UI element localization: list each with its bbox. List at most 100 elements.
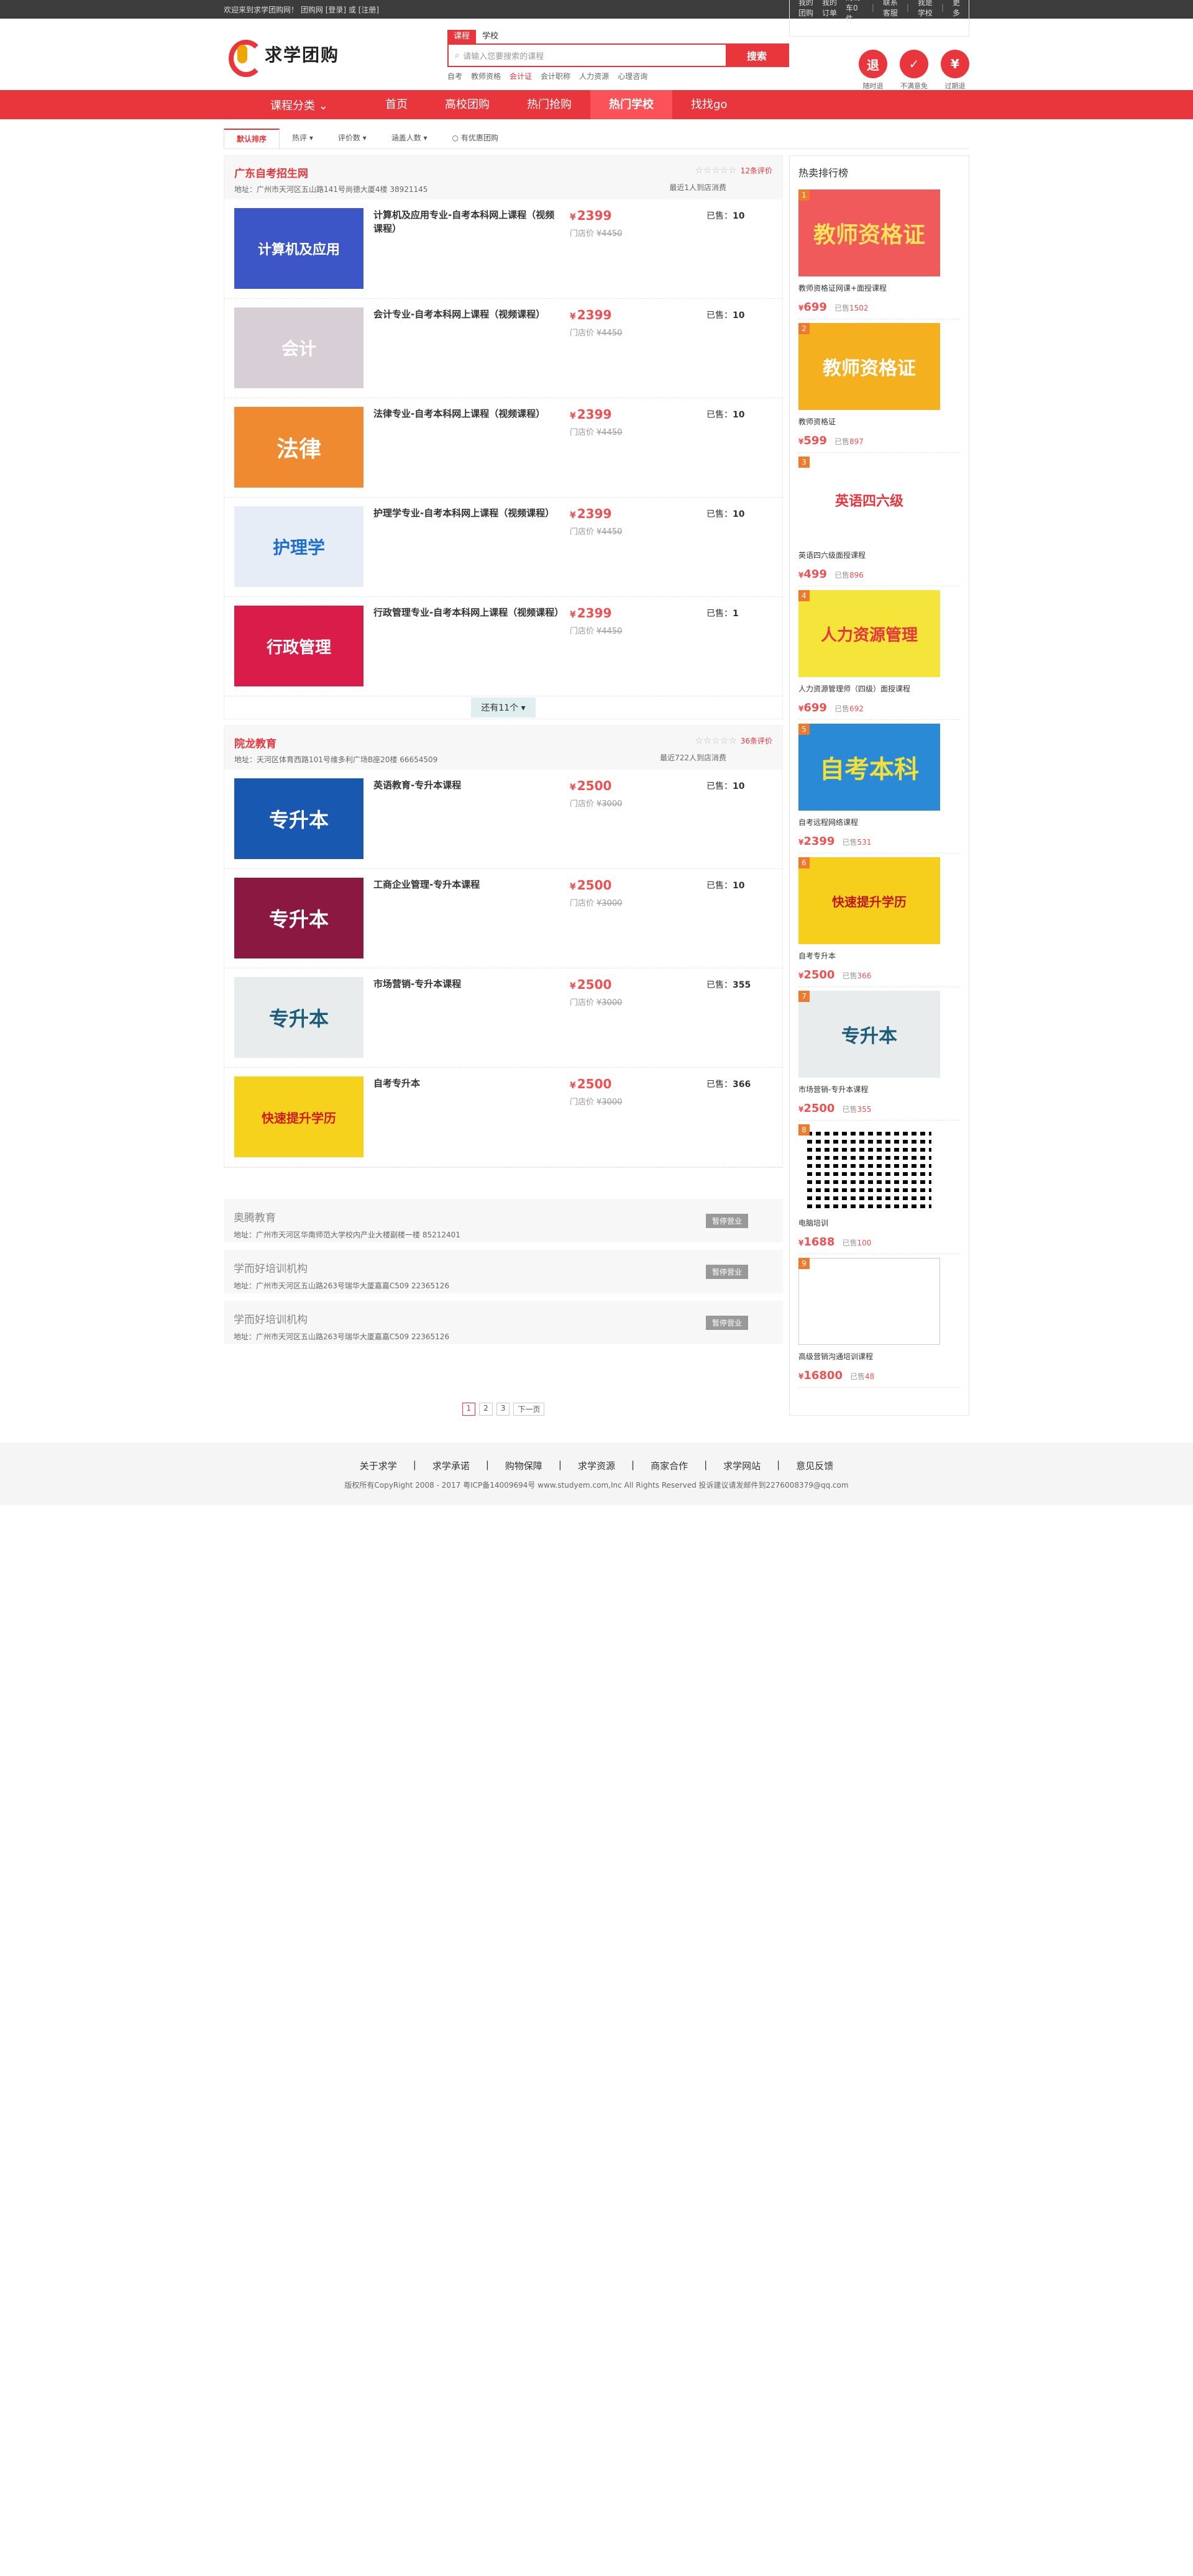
course-title[interactable]: 法律专业-自考本科网上课程（视频课程）	[373, 407, 560, 421]
rank-title[interactable]: 人力资源管理师（四级）面授课程	[798, 683, 960, 694]
rank-title[interactable]: 自考专升本	[798, 950, 960, 961]
rank-image[interactable]: 人力资源管理 4	[798, 590, 940, 677]
course-row[interactable]: 会计 会计专业-自考本科网上课程（视频课程） 2399 门店价¥4450 已售：…	[224, 299, 782, 398]
more-link[interactable]: 更多	[953, 0, 960, 18]
rank-item[interactable]: 9 高级营销沟通培训课程 16800 已售48	[798, 1254, 960, 1388]
course-thumbnail[interactable]: 快速提升学历	[234, 1076, 363, 1157]
page-2[interactable]: 2	[479, 1403, 493, 1416]
course-thumbnail[interactable]: 护理学	[234, 506, 363, 587]
rank-title[interactable]: 自考远程网络课程	[798, 817, 960, 827]
rank-image[interactable]: 英语四六级 3	[798, 457, 940, 544]
school-name[interactable]: 广东自考招生网	[234, 165, 772, 180]
nav-hot-schools[interactable]: 热门学校	[590, 90, 672, 119]
course-thumbnail[interactable]: 法律	[234, 407, 363, 488]
search-input[interactable]: ⌕ 请输入您要搜索的课程	[449, 45, 726, 66]
hot-keyword[interactable]: 自考	[447, 71, 462, 81]
show-more-button[interactable]: 还有11个 ▾	[471, 698, 536, 717]
i-am-school-link[interactable]: 我是学校	[918, 0, 933, 18]
rank-title[interactable]: 电脑培训	[798, 1217, 960, 1228]
course-title[interactable]: 工商企业管理-专升本课程	[373, 878, 560, 891]
rank-item[interactable]: 专升本7 市场营销-专升本课程 2500 已售355	[798, 987, 960, 1121]
site-logo[interactable]: 求学团购	[224, 36, 339, 77]
search-tab-school[interactable]: 学校	[476, 30, 505, 43]
hot-keyword[interactable]: 教师资格	[471, 71, 501, 81]
nav-college-groupbuy[interactable]: 高校团购	[426, 90, 508, 119]
school-name[interactable]: 院龙教育	[234, 735, 772, 750]
rank-image[interactable]: 9	[798, 1258, 940, 1345]
footer-link-promise[interactable]: 求学承诺	[432, 1459, 470, 1472]
my-groupbuy-link[interactable]: 我的团购	[798, 0, 813, 18]
search-tab-course[interactable]: 课程	[447, 30, 477, 43]
rank-item[interactable]: 人力资源管理4 人力资源管理师（四级）面授课程 699 已售692	[798, 586, 960, 720]
hot-keyword[interactable]: 心理咨询	[618, 71, 647, 81]
footer-link-site[interactable]: 求学网站	[723, 1459, 761, 1472]
page-3[interactable]: 3	[496, 1403, 510, 1416]
course-title[interactable]: 自考专升本	[373, 1076, 560, 1090]
my-orders-link[interactable]: 我的订单	[822, 0, 837, 18]
school-name[interactable]: 学而好培训机构	[234, 1311, 773, 1326]
course-thumbnail[interactable]: 行政管理	[234, 606, 363, 686]
next-page-button[interactable]: 下一页	[513, 1403, 545, 1416]
register-link[interactable]: [注册]	[359, 6, 379, 14]
rank-item[interactable]: 8 电脑培训 1688 已售100	[798, 1121, 960, 1254]
course-row[interactable]: 法律 法律专业-自考本科网上课程（视频课程） 2399 门店价¥4450 已售：…	[224, 398, 782, 498]
rank-image[interactable]: 8	[798, 1124, 940, 1211]
rank-image[interactable]: 自考本科 5	[798, 724, 940, 811]
contact-service-link[interactable]: 联系客服	[883, 0, 898, 18]
nav-find-go[interactable]: 找找go	[672, 90, 746, 119]
course-thumbnail[interactable]: 会计	[234, 307, 363, 388]
course-row[interactable]: 计算机及应用 计算机及应用专业-自考本科网上课程（视频课程） 2399 门店价¥…	[224, 199, 782, 299]
school-name[interactable]: 奥腾教育	[234, 1209, 773, 1224]
footer-link-protection[interactable]: 购物保障	[505, 1459, 542, 1472]
footer-link-feedback[interactable]: 意见反馈	[796, 1459, 833, 1472]
sort-rating[interactable]: 热评 ▾	[280, 129, 326, 148]
course-category-menu[interactable]: 课程分类 ⌄	[224, 97, 367, 113]
course-row[interactable]: 护理学 护理学专业-自考本科网上课程（视频课程） 2399 门店价¥4450 已…	[224, 498, 782, 597]
rank-item[interactable]: 自考本科5 自考远程网络课程 2399 已售531	[798, 720, 960, 853]
footer-link-partners[interactable]: 商家合作	[651, 1459, 688, 1472]
course-row[interactable]: 专升本 市场营销-专升本课程 2500 门店价¥3000 已售：355	[224, 968, 782, 1068]
rank-image[interactable]: 教师资格证 1	[798, 189, 940, 276]
footer-link-resources[interactable]: 求学资源	[578, 1459, 615, 1472]
course-title[interactable]: 行政管理专业-自考本科网上课程（视频课程）	[373, 606, 564, 619]
review-count-link[interactable]: 36条评价	[741, 737, 772, 745]
rank-image[interactable]: 快速提升学历 6	[798, 857, 940, 944]
rank-image[interactable]: 教师资格证 2	[798, 323, 940, 410]
page-1[interactable]: 1	[462, 1403, 476, 1416]
course-thumbnail[interactable]: 专升本	[234, 778, 363, 859]
login-link[interactable]: [登录]	[326, 6, 346, 14]
sort-default[interactable]: 默认排序	[224, 129, 280, 148]
hot-keyword[interactable]: 人力资源	[579, 71, 609, 81]
course-title[interactable]: 市场营销-专升本课程	[373, 977, 560, 991]
search-button[interactable]: 搜索	[726, 45, 788, 66]
school-name[interactable]: 学而好培训机构	[234, 1260, 773, 1275]
rank-title[interactable]: 市场营销-专升本课程	[798, 1084, 960, 1095]
course-row[interactable]: 专升本 工商企业管理-专升本课程 2500 门店价¥3000 已售：10	[224, 869, 782, 968]
hot-keyword[interactable]: 会计职称	[541, 71, 570, 81]
rank-item[interactable]: 教师资格证1 教师资格证网课+面授课程 699 已售1502	[798, 186, 960, 319]
rank-title[interactable]: 高级营销沟通培训课程	[798, 1351, 960, 1362]
review-count-link[interactable]: 12条评价	[741, 166, 772, 175]
course-title[interactable]: 计算机及应用专业-自考本科网上课程（视频课程）	[373, 208, 560, 235]
rank-image[interactable]: 专升本 7	[798, 991, 940, 1078]
course-thumbnail[interactable]: 专升本	[234, 977, 363, 1058]
course-row[interactable]: 专升本 英语教育-专升本课程 2500 门店价¥3000 已售：10	[224, 770, 782, 869]
course-thumbnail[interactable]: 计算机及应用	[234, 208, 363, 289]
rank-item[interactable]: 快速提升学历6 自考专升本 2500 已售366	[798, 853, 960, 987]
hot-keyword[interactable]: 会计证	[510, 71, 532, 81]
course-thumbnail[interactable]: 专升本	[234, 878, 363, 958]
discount-checkbox[interactable]: ○ 有优惠团购	[440, 129, 511, 148]
course-title[interactable]: 会计专业-自考本科网上课程（视频课程）	[373, 307, 560, 321]
sort-coverage[interactable]: 涵盖人数 ▾	[379, 129, 440, 148]
nav-home[interactable]: 首页	[367, 90, 426, 119]
course-title[interactable]: 护理学专业-自考本科网上课程（视频课程）	[373, 506, 560, 520]
sort-review-count[interactable]: 评价数 ▾	[326, 129, 379, 148]
rank-item[interactable]: 英语四六级3 英语四六级面授课程 499 已售896	[798, 453, 960, 586]
course-row[interactable]: 快速提升学历 自考专升本 2500 门店价¥3000 已售：366	[224, 1068, 782, 1167]
rank-title[interactable]: 教师资格证网课+面授课程	[798, 283, 960, 293]
rank-item[interactable]: 教师资格证2 教师资格证 599 已售897	[798, 319, 960, 453]
course-title[interactable]: 英语教育-专升本课程	[373, 778, 560, 792]
rank-title[interactable]: 教师资格证	[798, 416, 960, 427]
rank-title[interactable]: 英语四六级面授课程	[798, 550, 960, 560]
footer-link-about[interactable]: 关于求学	[360, 1459, 397, 1472]
